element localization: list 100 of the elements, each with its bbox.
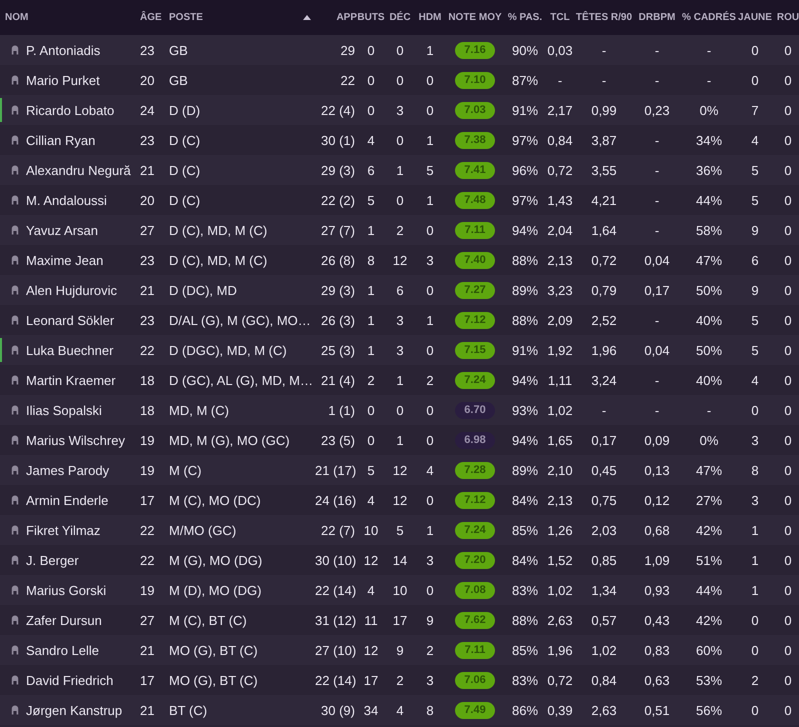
table-cell-text: 0 [783,222,793,238]
player-name[interactable]: Zafer Dursun [26,612,102,628]
table-cell-text: - [654,72,660,88]
table-cell-text: 9 [395,642,405,658]
player-name[interactable]: Yavuz Arsan [26,222,98,238]
column-header[interactable]: TCL [550,12,570,23]
table-cell-text: MO (G), BT (C) [169,642,259,658]
table-row[interactable]: Luka Buechner 22 D (DGC), MD, M (C) 25 (3) 1 3 0 7.15 91% 1,92 1,96 0,04 50% 5 0 [0,335,799,365]
player-name[interactable]: Luka Buechner [26,342,114,358]
table-cell-text: 0 [425,102,435,118]
table-row[interactable]: Jørgen Kanstrup 21 BT (C) 30 (9) 34 4 8 7.49 86% 0,39 2,63 0,51 56% 0 0 [0,695,799,725]
table-cell-text: 0 [425,402,435,418]
table-row[interactable]: Yavuz Arsan 27 D (C), MD, M (C) 27 (7) 1 2 0 7.11 94% 2,04 1,64 - 58% 9 0 [0,215,799,245]
table-row[interactable]: P. Antoniadis 23 GB 29 0 0 1 7.16 90% 0,03 - - - 0 0 [0,35,799,65]
sort-ascending-icon[interactable] [303,15,311,20]
column-header[interactable]: POSTE [169,12,203,23]
table-cell-text: 36% [694,162,724,178]
table-cell-text: 1 [425,192,435,208]
table-cell-text: 20 [140,72,156,88]
player-name[interactable]: P. Antoniadis [26,42,100,58]
player-name[interactable]: J. Berger [26,552,79,568]
player-name[interactable]: Martin Kraemer [26,372,116,388]
table-cell-text: D/AL (G), M (GC), MO… [169,312,312,328]
player-name[interactable]: Alen Hujdurovic [26,282,118,298]
table-cell-text: 24 [140,102,156,118]
player-name[interactable]: Mario Purket [26,72,100,88]
table-row[interactable]: Ricardo Lobato 24 D (D) 22 (4) 0 3 0 7.03 91% 2,17 0,99 0,23 0% 7 0 [0,95,799,125]
table-cell-text: 0 [783,672,793,688]
table-cell-text: 0 [750,42,760,58]
column-header[interactable]: ROU [776,12,799,23]
table-cell-text: 0 [783,312,793,328]
column-header[interactable]: HDM [418,12,442,23]
player-name[interactable]: Marius Gorski [26,582,106,598]
player-name[interactable]: Alexandru Negură [26,162,131,178]
table-cell-text: - [600,42,608,58]
person-icon [10,525,20,535]
table-row[interactable]: Alexandru Negură 21 D (C) 29 (3) 6 1 5 7.41 96% 0,72 3,55 - 36% 5 0 [0,155,799,185]
player-name[interactable]: David Friedrich [26,672,114,688]
column-header[interactable]: % PAS. [508,12,542,23]
table-row[interactable]: Fikret Yilmaz 22 M/MO (GC) 22 (7) 10 5 1 7.24 85% 1,26 2,03 0,68 42% 1 0 [0,515,799,545]
table-cell-text: 11 [363,612,379,628]
player-name[interactable]: Armin Enderle [26,492,108,508]
table-cell-text: 1,64 [590,222,618,238]
table-row[interactable]: Sandro Lelle 21 MO (G), BT (C) 27 (10) 12 9 2 7.11 85% 1,96 1,02 0,83 60% 0 0 [0,635,799,665]
column-header[interactable]: DRBPM [638,12,676,23]
rating-badge: 7.11 [455,222,495,238]
player-name[interactable]: Jørgen Kanstrup [26,702,122,718]
table-cell-text: - [654,402,660,418]
table-cell-text: 0 [783,252,793,268]
table-cell-text: 0,72 [546,162,574,178]
column-header[interactable]: TÊTES R/90 [576,12,632,23]
rating-badge: 7.24 [455,372,495,388]
player-name[interactable]: Maxime Jean [26,252,104,268]
player-name[interactable]: Sandro Lelle [26,642,99,658]
table-row[interactable]: Alen Hujdurovic 21 D (DC), MD 29 (3) 1 6 0 7.27 89% 3,23 0,79 0,17 50% 9 0 [0,275,799,305]
table-cell-text: 0 [783,702,793,718]
column-header[interactable]: JAUNE [738,12,772,23]
player-name[interactable]: Marius Wilschrey [26,432,125,448]
column-header[interactable]: NOTE MOY [448,12,502,23]
table-cell-text: 0 [395,132,405,148]
table-cell-text: 53% [694,672,724,688]
table-cell-text: 9 [425,612,435,628]
table-cell-text: 58% [694,222,724,238]
player-name[interactable]: James Parody [26,462,110,478]
table-cell-text: 1 [425,522,435,538]
table-cell-text: 86% [510,702,540,718]
table-cell-text: 47% [694,252,724,268]
table-cell-text: 12 [392,492,408,508]
column-header[interactable]: APP [336,12,357,23]
player-name[interactable]: Leonard Sökler [26,312,114,328]
table-cell-text: 2,03 [590,522,618,538]
table-cell-text: 91% [510,342,540,358]
table-cell-text: 47% [694,462,724,478]
table-cell-text: 21 [140,282,156,298]
table-cell-text: 8 [425,702,435,718]
table-row[interactable]: James Parody 19 M (C) 21 (17) 5 12 4 7.28 89% 2,10 0,45 0,13 47% 8 0 [0,455,799,485]
player-name[interactable]: M. Andaloussi [26,192,107,208]
rating-badge: 7.41 [455,162,495,178]
table-row[interactable]: Marius Gorski 19 M (D), MO (DG) 22 (14) 4 10 0 7.08 83% 1,02 1,34 0,93 44% 1 0 [0,575,799,605]
table-cell-text: - [706,402,712,418]
table-cell-text: 0 [783,642,793,658]
column-header[interactable]: ÂGE [140,12,162,23]
column-header[interactable]: NOM [5,12,28,23]
table-cell-text: 4,21 [590,192,618,208]
table-cell-text: 34% [694,132,724,148]
player-name[interactable]: Ilias Sopalski [26,402,102,418]
table-cell-text: 30 (9) [320,702,356,718]
column-header[interactable]: DÉC [389,12,411,23]
table-cell-text: 84% [510,492,540,508]
player-name[interactable]: Fikret Yilmaz [26,522,100,538]
player-name[interactable]: Cillian Ryan [26,132,96,148]
column-header[interactable]: BUTS [357,12,385,23]
person-icon [10,405,20,415]
column-header[interactable]: % CADRÉS [682,12,736,23]
person-icon [10,705,20,715]
player-name[interactable]: Ricardo Lobato [26,102,114,118]
table-row[interactable]: Ilias Sopalski 18 MD, M (C) 1 (1) 0 0 0 6.70 93% 1,02 - - - 0 0 [0,395,799,425]
table-cell-text: 5 [395,522,405,538]
table-cell-text: 0,23 [643,102,671,118]
table-cell: 22 (14) [315,672,357,688]
